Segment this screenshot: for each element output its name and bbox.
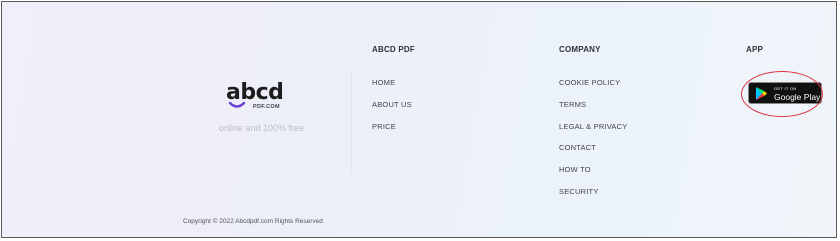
copyright-text: Copyright © 2022 Abcdpdf.com Rights Rese… — [183, 218, 323, 225]
footer-link-security[interactable]: SECURITY — [559, 187, 599, 196]
footer-link-price[interactable]: PRICE — [372, 122, 396, 131]
app-column-title: APP — [746, 45, 764, 54]
footer-link-legal-privacy[interactable]: LEGAL & PRIVACY — [559, 122, 627, 131]
company-column-title: COMPANY — [559, 45, 601, 54]
google-play-icon — [756, 87, 767, 100]
footer-link-cookie-policy[interactable]: COOKIE POLICY — [559, 78, 620, 87]
badge-get-it-on: GET IT ON — [774, 86, 797, 91]
tagline: online and 100% free — [219, 123, 305, 133]
footer-link-how-to[interactable]: HOW TO — [559, 165, 591, 174]
footer-link-home[interactable]: HOME — [372, 78, 395, 87]
footer-link-about-us[interactable]: ABOUT US — [372, 100, 412, 109]
badge-google-play: Google Play — [774, 92, 821, 102]
abcd-pdf-logo[interactable]: abcd PDF.COM — [226, 80, 288, 112]
footer-link-terms[interactable]: TERMS — [559, 100, 586, 109]
footer-link-contact[interactable]: CONTACT — [559, 143, 596, 152]
logo-subtext: PDF.COM — [253, 104, 280, 110]
logo-smile-icon — [228, 101, 246, 108]
abcd-pdf-column-title: ABCD PDF — [372, 45, 415, 54]
google-play-badge[interactable]: GET IT ON Google Play — [748, 82, 822, 104]
footer: abcd PDF.COM online and 100% free ABCD P… — [1, 1, 837, 238]
column-divider — [351, 70, 352, 174]
